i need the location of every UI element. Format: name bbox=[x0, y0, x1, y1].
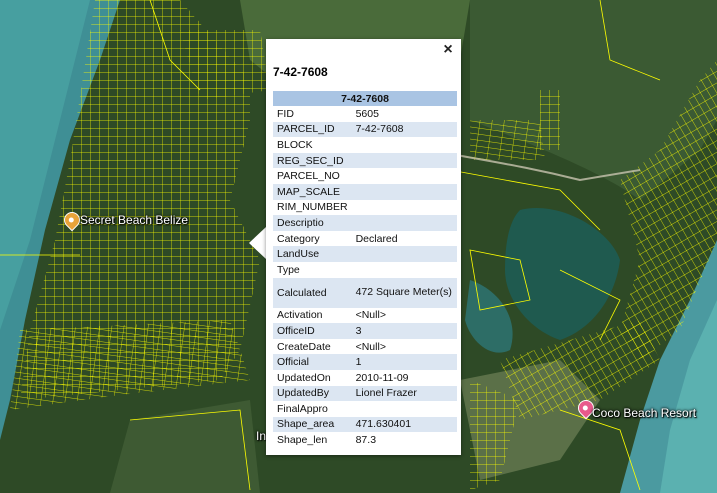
attribute-key: Official bbox=[273, 354, 352, 370]
attribute-value: 1 bbox=[351, 354, 457, 370]
attribute-row: PARCEL_ID 7-42-7608 bbox=[273, 121, 457, 138]
attribute-value bbox=[351, 215, 457, 231]
attribute-key: Type bbox=[277, 263, 300, 276]
place-label-secret-beach: Secret Beach Belize bbox=[80, 213, 189, 227]
attribute-key: FinalAppro bbox=[277, 402, 328, 415]
attribute-row: RIM_NUMBER bbox=[273, 200, 457, 216]
attribute-row: Calculated 472 Square Meter(s) bbox=[273, 277, 457, 308]
attribute-row: Official 1 bbox=[273, 354, 457, 370]
attribute-key: Shape_area bbox=[273, 416, 352, 433]
attribute-value: Declared bbox=[355, 232, 398, 245]
popup-title: 7-42-7608 bbox=[273, 65, 328, 79]
attribute-key: Calculated bbox=[273, 277, 352, 308]
place-label-partial: In bbox=[256, 429, 267, 443]
attribute-row: CreateDate <Null> bbox=[273, 339, 457, 355]
attribute-value bbox=[351, 246, 457, 262]
attribute-row: Shape_len 87.3 bbox=[273, 432, 457, 448]
attribute-key: OfficeID bbox=[273, 323, 352, 339]
attribute-row: PARCEL_NO bbox=[273, 168, 457, 184]
attribute-key: Activation bbox=[277, 309, 323, 322]
attribute-value bbox=[352, 200, 457, 216]
attribute-row: Category Declared bbox=[273, 231, 457, 247]
attribute-key: RIM_NUMBER bbox=[277, 201, 348, 214]
attribute-key: PARCEL_NO bbox=[277, 170, 340, 183]
attribute-table-header: 7-42-7608 bbox=[273, 91, 457, 106]
attribute-row: FID 5605 bbox=[273, 106, 457, 122]
attribute-key: UpdatedBy bbox=[273, 385, 352, 402]
attribute-key: Descriptio bbox=[273, 215, 352, 231]
attribute-key: BLOCK bbox=[277, 138, 313, 151]
attribute-value: <Null> bbox=[355, 309, 386, 322]
attribute-key: FID bbox=[277, 107, 294, 120]
attribute-table: 7-42-7608 FID 5605 PARCEL_ID 7-42-7608 BLOCK… bbox=[273, 91, 457, 448]
attribute-key: Category bbox=[277, 232, 320, 245]
attribute-value: 2010-11-09 bbox=[355, 371, 409, 384]
attribute-key: LandUse bbox=[273, 246, 352, 262]
attribute-value: 7-42-7608 bbox=[351, 121, 457, 138]
attribute-value: <Null> bbox=[355, 340, 386, 353]
attribute-value: Lionel Frazer bbox=[351, 385, 457, 402]
close-icon[interactable]: × bbox=[439, 41, 457, 59]
popup-pointer bbox=[249, 227, 266, 259]
attribute-value bbox=[352, 137, 457, 153]
attribute-row: OfficeID 3 bbox=[273, 323, 457, 339]
attribute-value: 5605 bbox=[355, 107, 379, 120]
attribute-key: REG_SEC_ID bbox=[273, 152, 352, 169]
identify-popup: × 7-42-7608 7-42-7608 FID 5605 PARCEL_ID 7-… bbox=[266, 39, 461, 455]
attribute-value bbox=[352, 401, 457, 417]
attribute-row: BLOCK bbox=[273, 137, 457, 153]
attribute-row: Descriptio bbox=[273, 215, 457, 231]
attribute-value bbox=[351, 183, 457, 200]
attribute-row: Type bbox=[273, 262, 457, 278]
attribute-value bbox=[352, 168, 457, 184]
attribute-row: Activation <Null> bbox=[273, 308, 457, 324]
attribute-row: Shape_area 471.630401 bbox=[273, 416, 457, 433]
place-label-coco-beach-resort: Coco Beach Resort bbox=[592, 406, 697, 420]
attribute-row: REG_SEC_ID bbox=[273, 152, 457, 169]
attribute-row: LandUse bbox=[273, 246, 457, 262]
attribute-row: UpdatedOn 2010-11-09 bbox=[273, 370, 457, 386]
attribute-key: UpdatedOn bbox=[277, 371, 331, 384]
attribute-key: Shape_len bbox=[277, 434, 328, 447]
attribute-value: 471.630401 bbox=[351, 416, 457, 433]
attribute-key: PARCEL_ID bbox=[273, 121, 352, 138]
attribute-value: 472 Square Meter(s) bbox=[351, 277, 457, 308]
attribute-value bbox=[352, 262, 457, 278]
attribute-value: 87.3 bbox=[355, 434, 377, 447]
attribute-row: MAP_SCALE bbox=[273, 183, 457, 200]
attribute-row: UpdatedBy Lionel Frazer bbox=[273, 385, 457, 402]
attribute-key: MAP_SCALE bbox=[273, 183, 352, 200]
attribute-row: FinalAppro bbox=[273, 401, 457, 417]
attribute-value: 3 bbox=[351, 323, 457, 339]
attribute-value bbox=[351, 152, 457, 169]
attribute-key: CreateDate bbox=[277, 340, 331, 353]
